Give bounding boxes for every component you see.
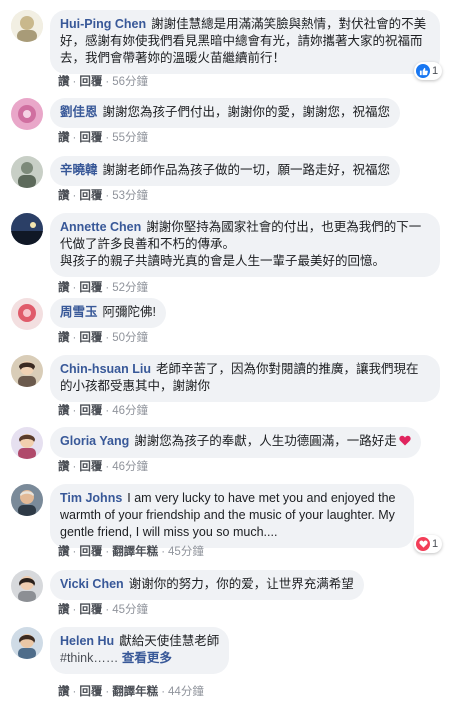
timestamp[interactable]: 55分鐘 — [112, 132, 148, 144]
timestamp[interactable]: 45分鐘 — [112, 604, 148, 616]
comment-actions: 讚 · 回覆 · 55分鐘 — [58, 132, 148, 144]
like-button[interactable]: 讚 — [58, 604, 70, 616]
avatar-image — [11, 355, 43, 387]
commenter-name[interactable]: 周雪玉 — [60, 305, 98, 319]
comment-actions: 讚 · 回覆 · 56分鐘 — [58, 76, 148, 88]
commenter-name[interactable]: Annette Chen — [60, 220, 141, 234]
avatar[interactable] — [11, 355, 43, 387]
comment-actions: 讚 · 回覆 · 46分鐘 — [58, 461, 148, 473]
comment-bubble: Annette Chen 謝謝你堅持為國家社會的付出，也更為我們的下一代做了許多良… — [50, 213, 440, 277]
hashtag-text: #think…… — [60, 651, 119, 665]
comment-actions: 讚 · 回覆 · 50分鐘 — [58, 332, 148, 344]
comment-text: 謝謝老師作品為孩子做的一切，願一路走好，祝福您 — [102, 163, 391, 177]
comment-bubble: 周雪玉 阿彌陀佛! — [50, 298, 166, 328]
timestamp[interactable]: 52分鐘 — [112, 282, 148, 294]
comment-bubble: Vicki Chen 谢谢你的努力，你的爱，让世界充满希望 — [50, 570, 364, 600]
reply-button[interactable]: 回覆 — [79, 190, 102, 202]
commenter-name[interactable]: Chin-hsuan Liu — [60, 362, 151, 376]
avatar[interactable] — [11, 10, 43, 42]
avatar-image — [11, 484, 43, 516]
reply-button[interactable]: 回覆 — [79, 332, 102, 344]
comment-bubble: 劉佳恩 謝謝您為孩子們付出，謝謝你的愛，謝謝您，祝福您 — [50, 98, 401, 128]
comment-actions: 讚 · 回覆 · 翻譯年糕 · 45分鐘 — [58, 546, 204, 558]
like-button[interactable]: 讚 — [58, 190, 70, 202]
comment-text: 谢谢你的努力，你的爱，让世界充满希望 — [128, 577, 354, 591]
timestamp[interactable]: 46分鐘 — [112, 405, 148, 417]
avatar-image — [11, 427, 43, 459]
comment-text-line2: #think…… 查看更多 — [60, 650, 219, 667]
comment-actions: 讚 · 回覆 · 翻譯年糕 · 44分鐘 — [58, 686, 204, 698]
reply-button[interactable]: 回覆 — [79, 282, 102, 294]
avatar-image — [11, 156, 43, 188]
avatar-image — [11, 570, 43, 602]
timestamp[interactable]: 46分鐘 — [112, 461, 148, 473]
reply-button[interactable]: 回覆 — [79, 686, 102, 698]
avatar[interactable] — [11, 570, 43, 602]
reply-button[interactable]: 回覆 — [79, 405, 102, 417]
commenter-name[interactable]: 辛曉韓 — [60, 163, 98, 177]
avatar[interactable] — [11, 484, 43, 516]
avatar-image — [11, 627, 43, 659]
like-button[interactable]: 讚 — [58, 686, 70, 698]
translate-button[interactable]: 翻譯年糕 — [112, 686, 158, 698]
reaction-count[interactable]: 1 — [414, 535, 443, 553]
translate-button[interactable]: 翻譯年糕 — [112, 546, 158, 558]
avatar[interactable] — [11, 427, 43, 459]
avatar[interactable] — [11, 98, 43, 130]
comment-bubble: Chin-hsuan Liu 老師辛苦了，因為你對閱讀的推廣，讓我們現在的小孩都受… — [50, 355, 440, 402]
like-button[interactable]: 讚 — [58, 132, 70, 144]
comment-actions: 讚 · 回覆 · 52分鐘 — [58, 282, 148, 294]
commenter-name[interactable]: Hui-Ping Chen — [60, 17, 146, 31]
timestamp[interactable]: 50分鐘 — [112, 332, 148, 344]
comment-text: 謝謝您為孩子的奉獻，人生功德圓滿，一路好走 — [134, 434, 397, 448]
reaction-count[interactable]: 1 — [414, 62, 443, 80]
reply-button[interactable]: 回覆 — [79, 132, 102, 144]
reply-button[interactable]: 回覆 — [79, 546, 102, 558]
avatar[interactable] — [11, 213, 43, 245]
like-button[interactable]: 讚 — [58, 332, 70, 344]
like-button[interactable]: 讚 — [58, 282, 70, 294]
comment-bubble: Tim Johns I am very lucky to have met you… — [50, 484, 414, 548]
commenter-name[interactable]: Vicki Chen — [60, 577, 124, 591]
avatar-image — [11, 10, 43, 42]
comment-text: 獻給天使佳慧老師 — [119, 634, 220, 648]
avatar-image — [11, 213, 43, 245]
like-button[interactable]: 讚 — [58, 76, 70, 88]
like-icon — [416, 64, 430, 78]
timestamp[interactable]: 45分鐘 — [168, 546, 204, 558]
reaction-number: 1 — [432, 65, 439, 77]
comment-actions: 讚 · 回覆 · 45分鐘 — [58, 604, 148, 616]
comment-bubble: 辛曉韓 謝謝老師作品為孩子做的一切，願一路走好，祝福您 — [50, 156, 401, 186]
reply-button[interactable]: 回覆 — [79, 461, 102, 473]
comment-bubble: Gloria Yang 謝謝您為孩子的奉獻，人生功德圓滿，一路好走 — [50, 427, 421, 458]
heart-emoji-icon — [399, 435, 411, 449]
commenter-name[interactable]: Helen Hu — [60, 634, 114, 648]
like-button[interactable]: 讚 — [58, 461, 70, 473]
comment-text: 謝謝您為孩子們付出，謝謝你的愛，謝謝您，祝福您 — [102, 105, 391, 119]
comment-actions: 讚 · 回覆 · 46分鐘 — [58, 405, 148, 417]
commenter-name[interactable]: 劉佳恩 — [60, 105, 98, 119]
comment-text: 阿彌陀佛! — [102, 305, 156, 319]
avatar-image — [11, 298, 43, 330]
comment-text-line2: 與孩子的親子共讀時光真的會是人生一輩子最美好的回憶。 — [60, 254, 386, 268]
see-more-link[interactable]: 查看更多 — [122, 651, 172, 665]
commenter-name[interactable]: Tim Johns — [60, 491, 122, 505]
avatar-image — [11, 98, 43, 130]
like-button[interactable]: 讚 — [58, 405, 70, 417]
timestamp[interactable]: 44分鐘 — [168, 686, 204, 698]
reply-button[interactable]: 回覆 — [79, 604, 102, 616]
comment-bubble: Hui-Ping Chen 謝謝佳慧總是用滿滿笑臉與熱情，對伏社會的不美好，感謝有… — [50, 10, 440, 74]
timestamp[interactable]: 53分鐘 — [112, 190, 148, 202]
avatar[interactable] — [11, 627, 43, 659]
reply-button[interactable]: 回覆 — [79, 76, 102, 88]
comment-actions: 讚 · 回覆 · 53分鐘 — [58, 190, 148, 202]
avatar[interactable] — [11, 156, 43, 188]
love-icon — [416, 537, 430, 551]
like-button[interactable]: 讚 — [58, 546, 70, 558]
commenter-name[interactable]: Gloria Yang — [60, 434, 129, 448]
comment-bubble: Helen Hu 獻給天使佳慧老師 #think…… 查看更多 — [50, 627, 230, 674]
avatar[interactable] — [11, 298, 43, 330]
timestamp[interactable]: 56分鐘 — [112, 76, 148, 88]
reaction-number: 1 — [432, 538, 439, 550]
